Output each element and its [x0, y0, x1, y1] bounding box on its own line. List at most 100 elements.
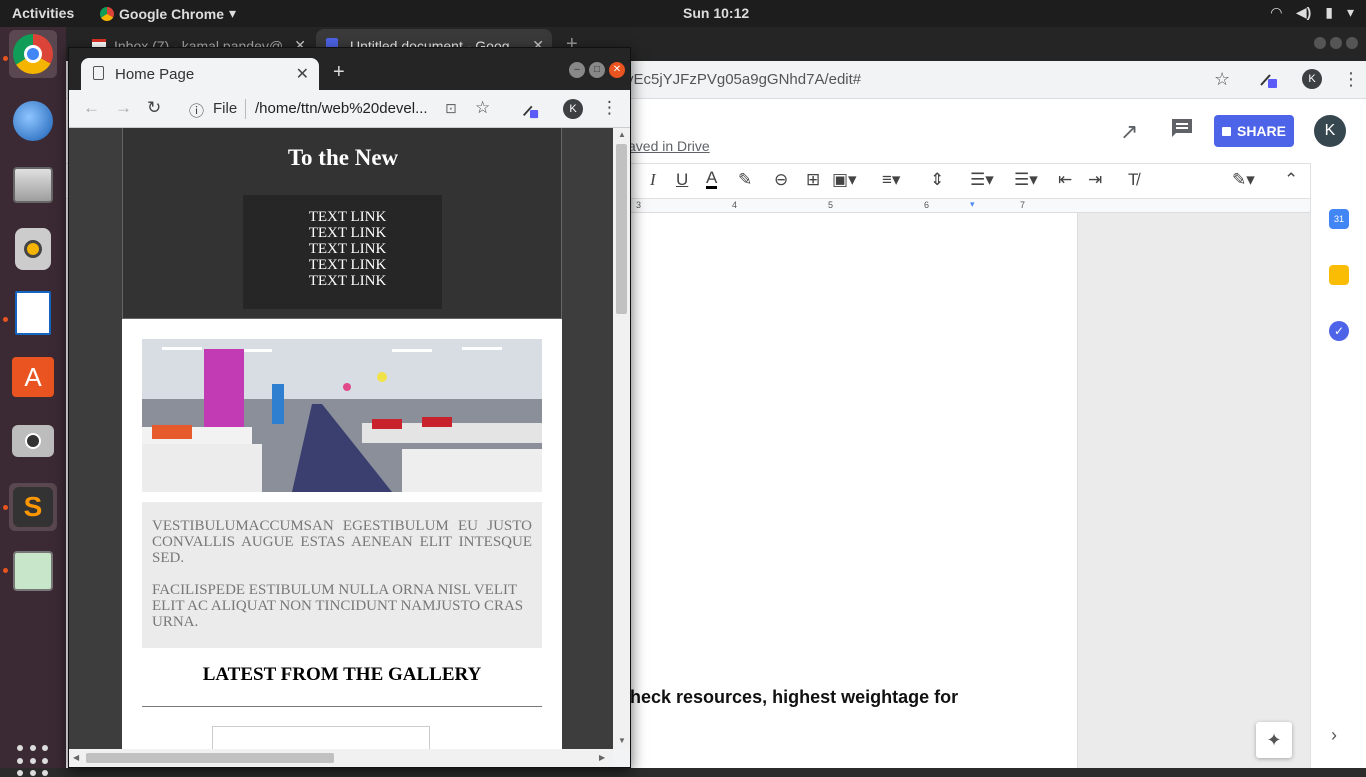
scroll-right-icon[interactable]: ▶	[599, 753, 605, 762]
nav-link[interactable]: TEXT LINK	[243, 225, 442, 241]
running-indicator	[3, 317, 8, 322]
menu-icon[interactable]: ⋮	[601, 98, 618, 118]
translate-icon[interactable]: ⊡	[445, 100, 457, 117]
dock: A S	[0, 27, 66, 777]
star-icon[interactable]: ☆	[475, 98, 490, 118]
tab-home-page-label: Home Page	[115, 66, 195, 83]
close-icon[interactable]: ✕	[609, 62, 625, 78]
increase-indent-icon[interactable]: ⇥	[1088, 170, 1102, 190]
ruler-mark: 7	[1020, 200, 1026, 210]
file-scheme-label: File	[213, 100, 238, 117]
dock-sublime-text[interactable]: S	[9, 483, 57, 531]
align-icon[interactable]: ≡▾	[882, 170, 900, 190]
italic-icon[interactable]: I	[650, 170, 656, 190]
indent-marker-icon[interactable]: ▾	[970, 199, 975, 210]
new-tab-icon[interactable]: +	[333, 61, 345, 84]
dock-files[interactable]	[9, 161, 57, 209]
intro-paragraph: FACILISPEDE ESTIBULUM NULLA ORNA NISL VE…	[152, 582, 524, 630]
scroll-down-icon[interactable]: ▼	[618, 736, 626, 745]
link-icon[interactable]: ⊖	[774, 170, 788, 190]
keep-icon[interactable]	[1329, 265, 1349, 285]
image-icon[interactable]: ▣▾	[832, 170, 857, 190]
docs-avatar[interactable]: K	[1314, 115, 1346, 147]
system-tray[interactable]: ◠ ◀) ▮ ▾	[1271, 4, 1354, 21]
maximize-icon[interactable]	[1330, 37, 1342, 49]
profile-avatar[interactable]: K	[563, 99, 583, 119]
nav-link[interactable]: TEXT LINK	[243, 257, 442, 273]
battery-icon: ▮	[1325, 4, 1333, 20]
reload-icon[interactable]: ↻	[147, 98, 161, 118]
forward-icon[interactable]: →	[115, 98, 132, 118]
add-comment-icon[interactable]: ⊞	[806, 170, 820, 190]
app-menu[interactable]: Google Chrome ▾	[100, 5, 236, 22]
bg-url-text[interactable]: vEc5jYJFzPVg05a9gGNhd7A/edit#	[626, 71, 861, 88]
ruler-mark: 3	[636, 200, 642, 210]
tab-home-page[interactable]: Home Page ✕	[81, 58, 319, 90]
divider	[245, 99, 246, 119]
share-button[interactable]: SHARE	[1214, 115, 1294, 147]
docs-canvas: heck resources, highest weightage for ✦	[626, 213, 1310, 768]
scroll-up-icon[interactable]: ▲	[618, 130, 626, 139]
docs-page[interactable]: heck resources, highest weightage for	[626, 213, 1078, 768]
wifi-icon: ◠	[1271, 4, 1282, 20]
activity-dashboard-icon[interactable]: ↗	[1120, 119, 1138, 145]
text-color-icon[interactable]: A	[706, 169, 718, 189]
fg-url-text[interactable]: /home/ttn/web%20devel...	[255, 100, 428, 117]
gallery-item[interactable]	[212, 726, 430, 749]
explore-icon[interactable]: ✦	[1256, 722, 1292, 758]
show-applications-icon[interactable]	[17, 745, 49, 777]
menu-icon[interactable]: ⋮	[1342, 69, 1360, 90]
decrease-indent-icon[interactable]: ⇤	[1058, 170, 1072, 190]
numbered-list-icon[interactable]: ☰▾	[970, 170, 994, 190]
office-photo	[142, 339, 542, 492]
dock-thunderbird[interactable]	[9, 97, 57, 145]
dock-chrome[interactable]	[9, 30, 57, 78]
maximize-icon[interactable]: □	[589, 62, 605, 78]
dock-camera[interactable]	[9, 417, 57, 465]
dock-image-viewer[interactable]	[9, 547, 57, 595]
comment-icon[interactable]	[1170, 117, 1194, 137]
dock-software-center[interactable]: A	[9, 353, 57, 401]
nav-link[interactable]: TEXT LINK	[243, 273, 442, 289]
intro-box: VESTIBULUMACCUMSAN EGESTIBULUM EU JUSTO …	[142, 502, 542, 648]
extension-icon[interactable]	[1258, 69, 1278, 89]
scroll-thumb[interactable]	[616, 144, 627, 314]
collapse-toolbar-icon[interactable]: ⌃	[1284, 170, 1298, 190]
extension-icon[interactable]	[521, 101, 539, 119]
profile-avatar[interactable]: K	[1302, 69, 1322, 89]
info-icon[interactable]: ⓘ	[189, 100, 204, 121]
vertical-scrollbar[interactable]: ▲ ▼	[613, 128, 630, 749]
app-menu-arrow: ▾	[229, 5, 237, 21]
line-spacing-icon[interactable]: ⇕	[930, 170, 944, 190]
activities-button[interactable]: Activities	[12, 5, 74, 21]
back-icon[interactable]: ←	[83, 98, 100, 118]
scroll-thumb[interactable]	[86, 753, 334, 763]
chevron-right-icon[interactable]: ›	[1331, 725, 1337, 746]
fg-tab-strip: Home Page ✕ + – □ ✕	[69, 48, 630, 90]
nav-link[interactable]: TEXT LINK	[243, 241, 442, 257]
close-icon[interactable]	[1346, 37, 1358, 49]
fg-window-controls: – □ ✕	[569, 62, 625, 78]
minimize-icon[interactable]	[1314, 37, 1326, 49]
dock-rhythmbox[interactable]	[9, 225, 57, 273]
dock-writer[interactable]	[9, 289, 57, 337]
minimize-icon[interactable]: –	[569, 62, 585, 78]
tasks-icon[interactable]: ✓	[1329, 321, 1349, 341]
clear-formatting-icon[interactable]: T̸	[1128, 170, 1138, 190]
clock[interactable]: Sun 10:12	[683, 5, 749, 21]
running-indicator	[3, 568, 8, 573]
nav-link[interactable]: TEXT LINK	[243, 209, 442, 225]
calendar-icon[interactable]: 31	[1329, 209, 1349, 229]
underline-icon[interactable]: U	[676, 170, 688, 190]
horizontal-scrollbar[interactable]: ◀ ▶	[69, 749, 613, 766]
close-icon[interactable]: ✕	[296, 64, 309, 84]
saved-in-drive-link[interactable]: aved in Drive	[628, 138, 710, 154]
bulleted-list-icon[interactable]: ☰▾	[1014, 170, 1038, 190]
site-header: To the New TEXT LINK TEXT LINK TEXT LINK…	[122, 128, 562, 319]
highlight-icon[interactable]: ✎	[738, 170, 752, 190]
editing-mode-icon[interactable]: ✎▾	[1232, 170, 1255, 190]
star-icon[interactable]: ☆	[1214, 69, 1230, 90]
files-icon	[13, 167, 53, 203]
top-bar: Activities Google Chrome ▾ Sun 10:12 ◠ ◀…	[0, 0, 1366, 27]
scroll-left-icon[interactable]: ◀	[73, 753, 79, 762]
